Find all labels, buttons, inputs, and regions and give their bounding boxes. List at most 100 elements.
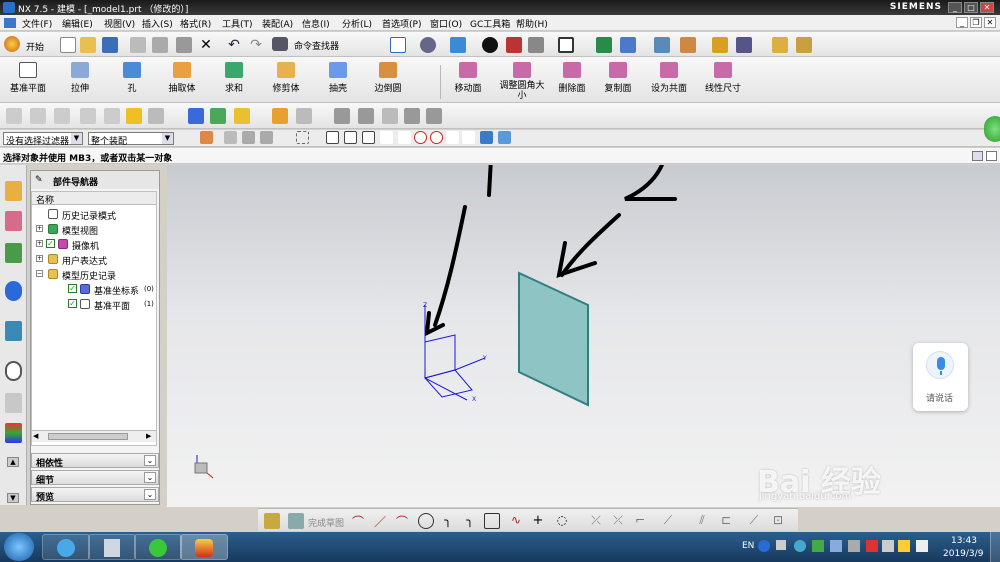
system-materials-icon[interactable] [5,393,22,413]
delete-face-button[interactable]: 删除面 [554,62,590,94]
surface-icon-6[interactable] [334,108,350,124]
background-icon[interactable] [558,37,574,53]
minimize-button[interactable]: _ [948,2,962,13]
info-icon[interactable] [5,281,22,301]
offset-curve-icon[interactable]: ◌ [554,513,570,529]
profile-icon[interactable]: ⌒ [350,513,366,529]
expand-icon[interactable]: + [36,240,43,247]
voice-input-button[interactable]: 请说话 [913,343,968,411]
menu-item-11[interactable]: GC工具箱 [470,17,510,30]
reuse-library-icon[interactable] [5,243,22,263]
command-finder-button[interactable]: 命令查找器 [272,36,364,53]
delete-icon[interactable]: ✕ [198,37,214,53]
resize-blend-button[interactable]: 调整圆角大小 [498,62,546,101]
part-navigator-icon[interactable] [5,211,22,231]
make-coplanar-button[interactable]: 设为共面 [648,62,690,94]
make-corner-icon[interactable]: ⌐ [632,513,648,529]
show-desktop-button[interactable] [990,532,1000,562]
tree-node[interactable]: ✓ 基准坐标系 (0) [32,282,158,297]
scroll-thumb[interactable] [48,433,128,440]
windows-start-button[interactable] [4,533,34,561]
convert-icon[interactable]: ⊡ [770,513,786,529]
speaker-tray-icon[interactable] [882,540,894,552]
cloud-tray-icon[interactable] [830,540,842,552]
panel-2[interactable]: 预览 ⌄ [31,487,159,503]
performance-badge[interactable] [984,116,1000,142]
constraint-icon[interactable]: ⟋ [660,513,676,529]
point-icon[interactable] [498,131,511,144]
taskbar-calculator-app[interactable] [88,534,136,560]
checkbox-checked-icon[interactable]: ✓ [46,239,55,248]
curve-icon-2[interactable] [30,108,46,124]
horizontal-scrollbar[interactable]: ◀ ▶ [32,430,156,442]
coordinate-icon[interactable] [680,37,696,53]
ruler-icon[interactable] [772,37,788,53]
clock-date[interactable]: 2019/3/9 [943,549,983,559]
intersection-icon[interactable] [380,131,393,144]
datum-plane-button[interactable]: 基准平面 [4,62,52,94]
snap-icon-4[interactable] [260,131,273,144]
wcs-icon[interactable] [596,37,612,53]
datum-plane-shape[interactable] [518,271,589,407]
roles-icon[interactable] [5,423,22,443]
close-button[interactable]: ✕ [980,2,994,13]
snap-icon-1[interactable] [200,131,213,144]
shell-button[interactable]: 抽壳 [324,62,352,94]
layer-icon[interactable] [620,37,636,53]
menu-item-9[interactable]: 首选项(P) [382,17,421,30]
point-on-face-icon[interactable] [462,131,475,144]
expand-icon[interactable]: + [36,255,43,262]
hole-button[interactable]: 孔 [118,62,146,94]
taskbar-nx-app[interactable] [180,534,228,560]
midpoint-icon[interactable] [344,131,357,144]
globe-tray-icon[interactable] [794,540,806,552]
fit-view-icon[interactable] [390,37,406,53]
linear-dimension-button[interactable]: 线性尺寸 [702,62,744,94]
expand-icon[interactable]: − [36,270,43,277]
snap-icon-3[interactable] [242,131,255,144]
expand-icon[interactable]: + [36,225,43,232]
tree-node[interactable]: − 模型历史记录 [32,267,158,282]
point-on-curve-icon[interactable] [446,131,459,144]
analysis-icon[interactable] [712,37,728,53]
copy-face-button[interactable]: 复制面 [600,62,636,94]
sync-tray-icon[interactable] [776,540,786,550]
constraint-display-icon[interactable]: ⟋ [746,513,762,529]
checkbox-checked-icon[interactable]: ✓ [68,284,77,293]
surface-icon-3[interactable] [234,108,250,124]
quadrant-icon[interactable] [430,131,443,144]
clock-time[interactable]: 13:43 [951,536,977,546]
studio-spline-icon[interactable]: ∿ [508,513,524,529]
scroll-right-icon[interactable]: ▶ [146,432,151,440]
snap-icon-2[interactable] [224,131,237,144]
measure-icon[interactable] [736,37,752,53]
surface-icon-5[interactable] [296,108,312,124]
filter-dropdown[interactable]: 没有选择过滤器 ▼ [3,132,83,147]
menu-item-4[interactable]: 格式(R) [180,17,211,30]
help-tray-icon[interactable] [758,540,770,552]
taskbar-ie-app[interactable] [42,534,90,560]
line-icon[interactable]: ／ [372,513,388,529]
panel-1[interactable]: 细节 ⌄ [31,470,159,486]
datum-csys[interactable] [424,305,486,401]
angle-icon[interactable] [796,37,812,53]
surface-icon-10[interactable] [426,108,442,124]
surface-icon-1[interactable] [188,108,204,124]
surface-icon-7[interactable] [358,108,374,124]
quick-extend-icon[interactable]: ⤫ [610,513,626,529]
edge-blend-button[interactable]: 边倒圆 [370,62,406,94]
arc-icon[interactable]: ⌒ [394,513,410,529]
menu-item-12[interactable]: 帮助(H) [516,17,548,30]
flag-tray-icon[interactable] [848,540,860,552]
antivirus-tray-icon[interactable] [866,540,878,552]
menu-item-2[interactable]: 视图(V) [104,17,135,30]
menu-item-6[interactable]: 装配(A) [262,17,293,30]
dimension-icon[interactable]: ⫽ [694,513,710,529]
tree-node[interactable]: ✓ 基准平面 (1) [32,297,158,312]
unite-button[interactable]: 求和 [220,62,248,94]
shaded-icon[interactable] [482,37,498,53]
curve-icon-4[interactable] [80,108,96,124]
checkbox-checked-icon[interactable]: ✓ [68,299,77,308]
doc-minimize-button[interactable]: _ [956,17,968,28]
quick-trim-icon[interactable]: ⤫ [588,513,604,529]
